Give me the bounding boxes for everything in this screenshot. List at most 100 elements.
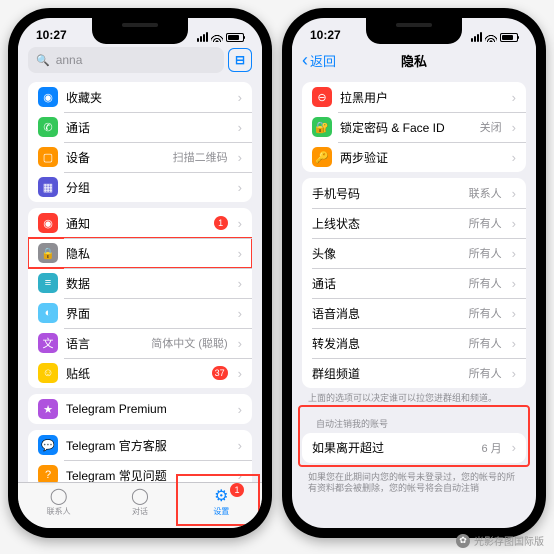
- chevron-right-icon: ›: [238, 366, 242, 381]
- badge: 1: [230, 483, 244, 497]
- search-input[interactable]: 🔍: [28, 47, 224, 73]
- chevron-right-icon: ›: [238, 216, 242, 231]
- chevron-right-icon: ›: [512, 276, 516, 291]
- search-field[interactable]: [56, 53, 216, 67]
- row-away-duration[interactable]: 如果离开超过6 月›: [302, 433, 526, 463]
- tab-bar: ◯联系人 ◯对话 ⚙设置1: [18, 482, 262, 528]
- chevron-right-icon: ›: [512, 306, 516, 321]
- row-devices[interactable]: ▢设备扫描二维码›: [28, 142, 252, 172]
- row-blocked[interactable]: ⊖拉黑用户›: [302, 82, 526, 112]
- phone-right: 10:27 ‹返回 隐私 ⊖拉黑用户› 🔐锁定密码 & Face ID关闭› 🔑…: [282, 8, 546, 538]
- folder-icon: ▦: [38, 177, 58, 197]
- chat-icon: ◯: [130, 487, 150, 505]
- row-voice[interactable]: 语音消息所有人›: [302, 298, 526, 328]
- row-avatar[interactable]: 头像所有人›: [302, 238, 526, 268]
- bookmark-icon: ◉: [38, 87, 58, 107]
- chevron-right-icon: ›: [512, 440, 516, 455]
- wifi-icon: [211, 33, 223, 42]
- sticker-icon: ☺: [38, 363, 58, 383]
- row-folders[interactable]: ▦分组›: [28, 172, 252, 202]
- chevron-right-icon: ›: [238, 90, 242, 105]
- chevron-right-icon: ›: [512, 246, 516, 261]
- chevron-right-icon: ›: [238, 246, 242, 261]
- row-privacy[interactable]: 🔒隐私›: [28, 238, 252, 268]
- chevron-right-icon: ›: [238, 276, 242, 291]
- clock: 10:27: [310, 28, 341, 42]
- chevron-right-icon: ›: [238, 336, 242, 351]
- row-phone[interactable]: 手机号码联系人›: [302, 178, 526, 208]
- signal-icon: [471, 32, 482, 42]
- star-icon: ★: [38, 399, 58, 419]
- row-calls[interactable]: ✆通话›: [28, 112, 252, 142]
- badge: 1: [214, 216, 228, 230]
- battery-icon: [226, 33, 244, 42]
- chevron-right-icon: ›: [238, 120, 242, 135]
- qr-button[interactable]: ⊟: [228, 48, 252, 72]
- back-button[interactable]: ‹返回: [302, 50, 336, 71]
- row-support[interactable]: 💬Telegram 官方客服›: [28, 430, 252, 460]
- tab-contacts[interactable]: ◯联系人: [18, 483, 99, 520]
- support-icon: 💬: [38, 435, 58, 455]
- chevron-right-icon: ›: [238, 438, 242, 453]
- tab-chats[interactable]: ◯对话: [99, 483, 180, 520]
- person-icon: ◯: [49, 487, 69, 505]
- chevron-right-icon: ›: [512, 366, 516, 381]
- chevron-right-icon: ›: [238, 150, 242, 165]
- hint-groups: 上面的选项可以决定谁可以拉您进群组和频道。: [292, 388, 536, 405]
- chevron-right-icon: ›: [238, 180, 242, 195]
- device-icon: ▢: [38, 147, 58, 167]
- chevron-right-icon: ›: [512, 186, 516, 201]
- group-favorites: ◉收藏夹› ✆通话› ▢设备扫描二维码› ▦分组›: [28, 82, 252, 202]
- phone-icon: ✆: [38, 117, 58, 137]
- chevron-right-icon: ›: [512, 336, 516, 351]
- wifi-icon: [485, 33, 497, 42]
- nav-bar: ‹返回 隐私: [292, 44, 536, 76]
- group-security: ⊖拉黑用户› 🔐锁定密码 & Face ID关闭› 🔑两步验证›: [302, 82, 526, 172]
- hint-autodestroy: 如果您在此期间内您的帐号未登录过，您的帐号的所有资料都会被删除，您的帐号将会自动…: [292, 467, 536, 495]
- row-notifications[interactable]: ◉通知1›: [28, 208, 252, 238]
- battery-icon: [500, 33, 518, 42]
- highlight-auto-delete: 自动注销我的账号 如果离开超过6 月›: [300, 407, 528, 465]
- key-icon: 🔑: [312, 147, 332, 167]
- wechat-icon: ✿: [456, 534, 470, 548]
- chevron-right-icon: ›: [512, 90, 516, 105]
- data-icon: ≡: [38, 273, 58, 293]
- group-premium: ★Telegram Premium›: [28, 394, 252, 424]
- chevron-right-icon: ›: [238, 306, 242, 321]
- phone-left: 10:27 🔍 ⊟ ◉收藏夹› ✆通话› ▢设备扫描二维码›: [8, 8, 272, 538]
- clock: 10:27: [36, 28, 67, 42]
- row-passcode[interactable]: 🔐锁定密码 & Face ID关闭›: [302, 112, 526, 142]
- row-favorites[interactable]: ◉收藏夹›: [28, 82, 252, 112]
- language-icon: 文: [38, 333, 58, 353]
- theme-icon: ◐: [38, 303, 58, 323]
- row-calls[interactable]: 通话所有人›: [302, 268, 526, 298]
- row-forward[interactable]: 转发消息所有人›: [302, 328, 526, 358]
- chevron-right-icon: ›: [512, 120, 516, 135]
- signal-icon: [197, 32, 208, 42]
- row-2fa[interactable]: 🔑两步验证›: [302, 142, 526, 172]
- row-premium[interactable]: ★Telegram Premium›: [28, 394, 252, 424]
- block-icon: ⊖: [312, 87, 332, 107]
- search-icon: 🔍: [36, 54, 50, 67]
- row-lastseen[interactable]: 上线状态所有人›: [302, 208, 526, 238]
- group-autodestroy: 如果离开超过6 月›: [302, 433, 526, 463]
- row-language[interactable]: 文语言简体中文 (聪聪)›: [28, 328, 252, 358]
- watermark: ✿ 光影存图国际版: [456, 533, 544, 548]
- row-data[interactable]: ≡数据›: [28, 268, 252, 298]
- row-stickers[interactable]: ☺贴纸37›: [28, 358, 252, 388]
- lock-icon: 🔐: [312, 117, 332, 137]
- chevron-right-icon: ›: [238, 468, 242, 483]
- chevron-right-icon: ›: [512, 216, 516, 231]
- row-appearance[interactable]: ◐界面›: [28, 298, 252, 328]
- bell-icon: ◉: [38, 213, 58, 233]
- group-help: 💬Telegram 官方客服› ?Telegram 常见问题›: [28, 430, 252, 490]
- chevron-left-icon: ‹: [302, 50, 308, 71]
- lock-icon: 🔒: [38, 243, 58, 263]
- chevron-right-icon: ›: [238, 402, 242, 417]
- group-privacy-options: 手机号码联系人› 上线状态所有人› 头像所有人› 通话所有人› 语音消息所有人›…: [302, 178, 526, 388]
- group-settings: ◉通知1› 🔒隐私› ≡数据› ◐界面› 文语言简体中文 (聪聪)› ☺贴纸37…: [28, 208, 252, 388]
- gear-icon: ⚙: [211, 487, 231, 505]
- tab-settings[interactable]: ⚙设置1: [181, 483, 262, 520]
- chevron-right-icon: ›: [512, 150, 516, 165]
- row-groups[interactable]: 群组频道所有人›: [302, 358, 526, 388]
